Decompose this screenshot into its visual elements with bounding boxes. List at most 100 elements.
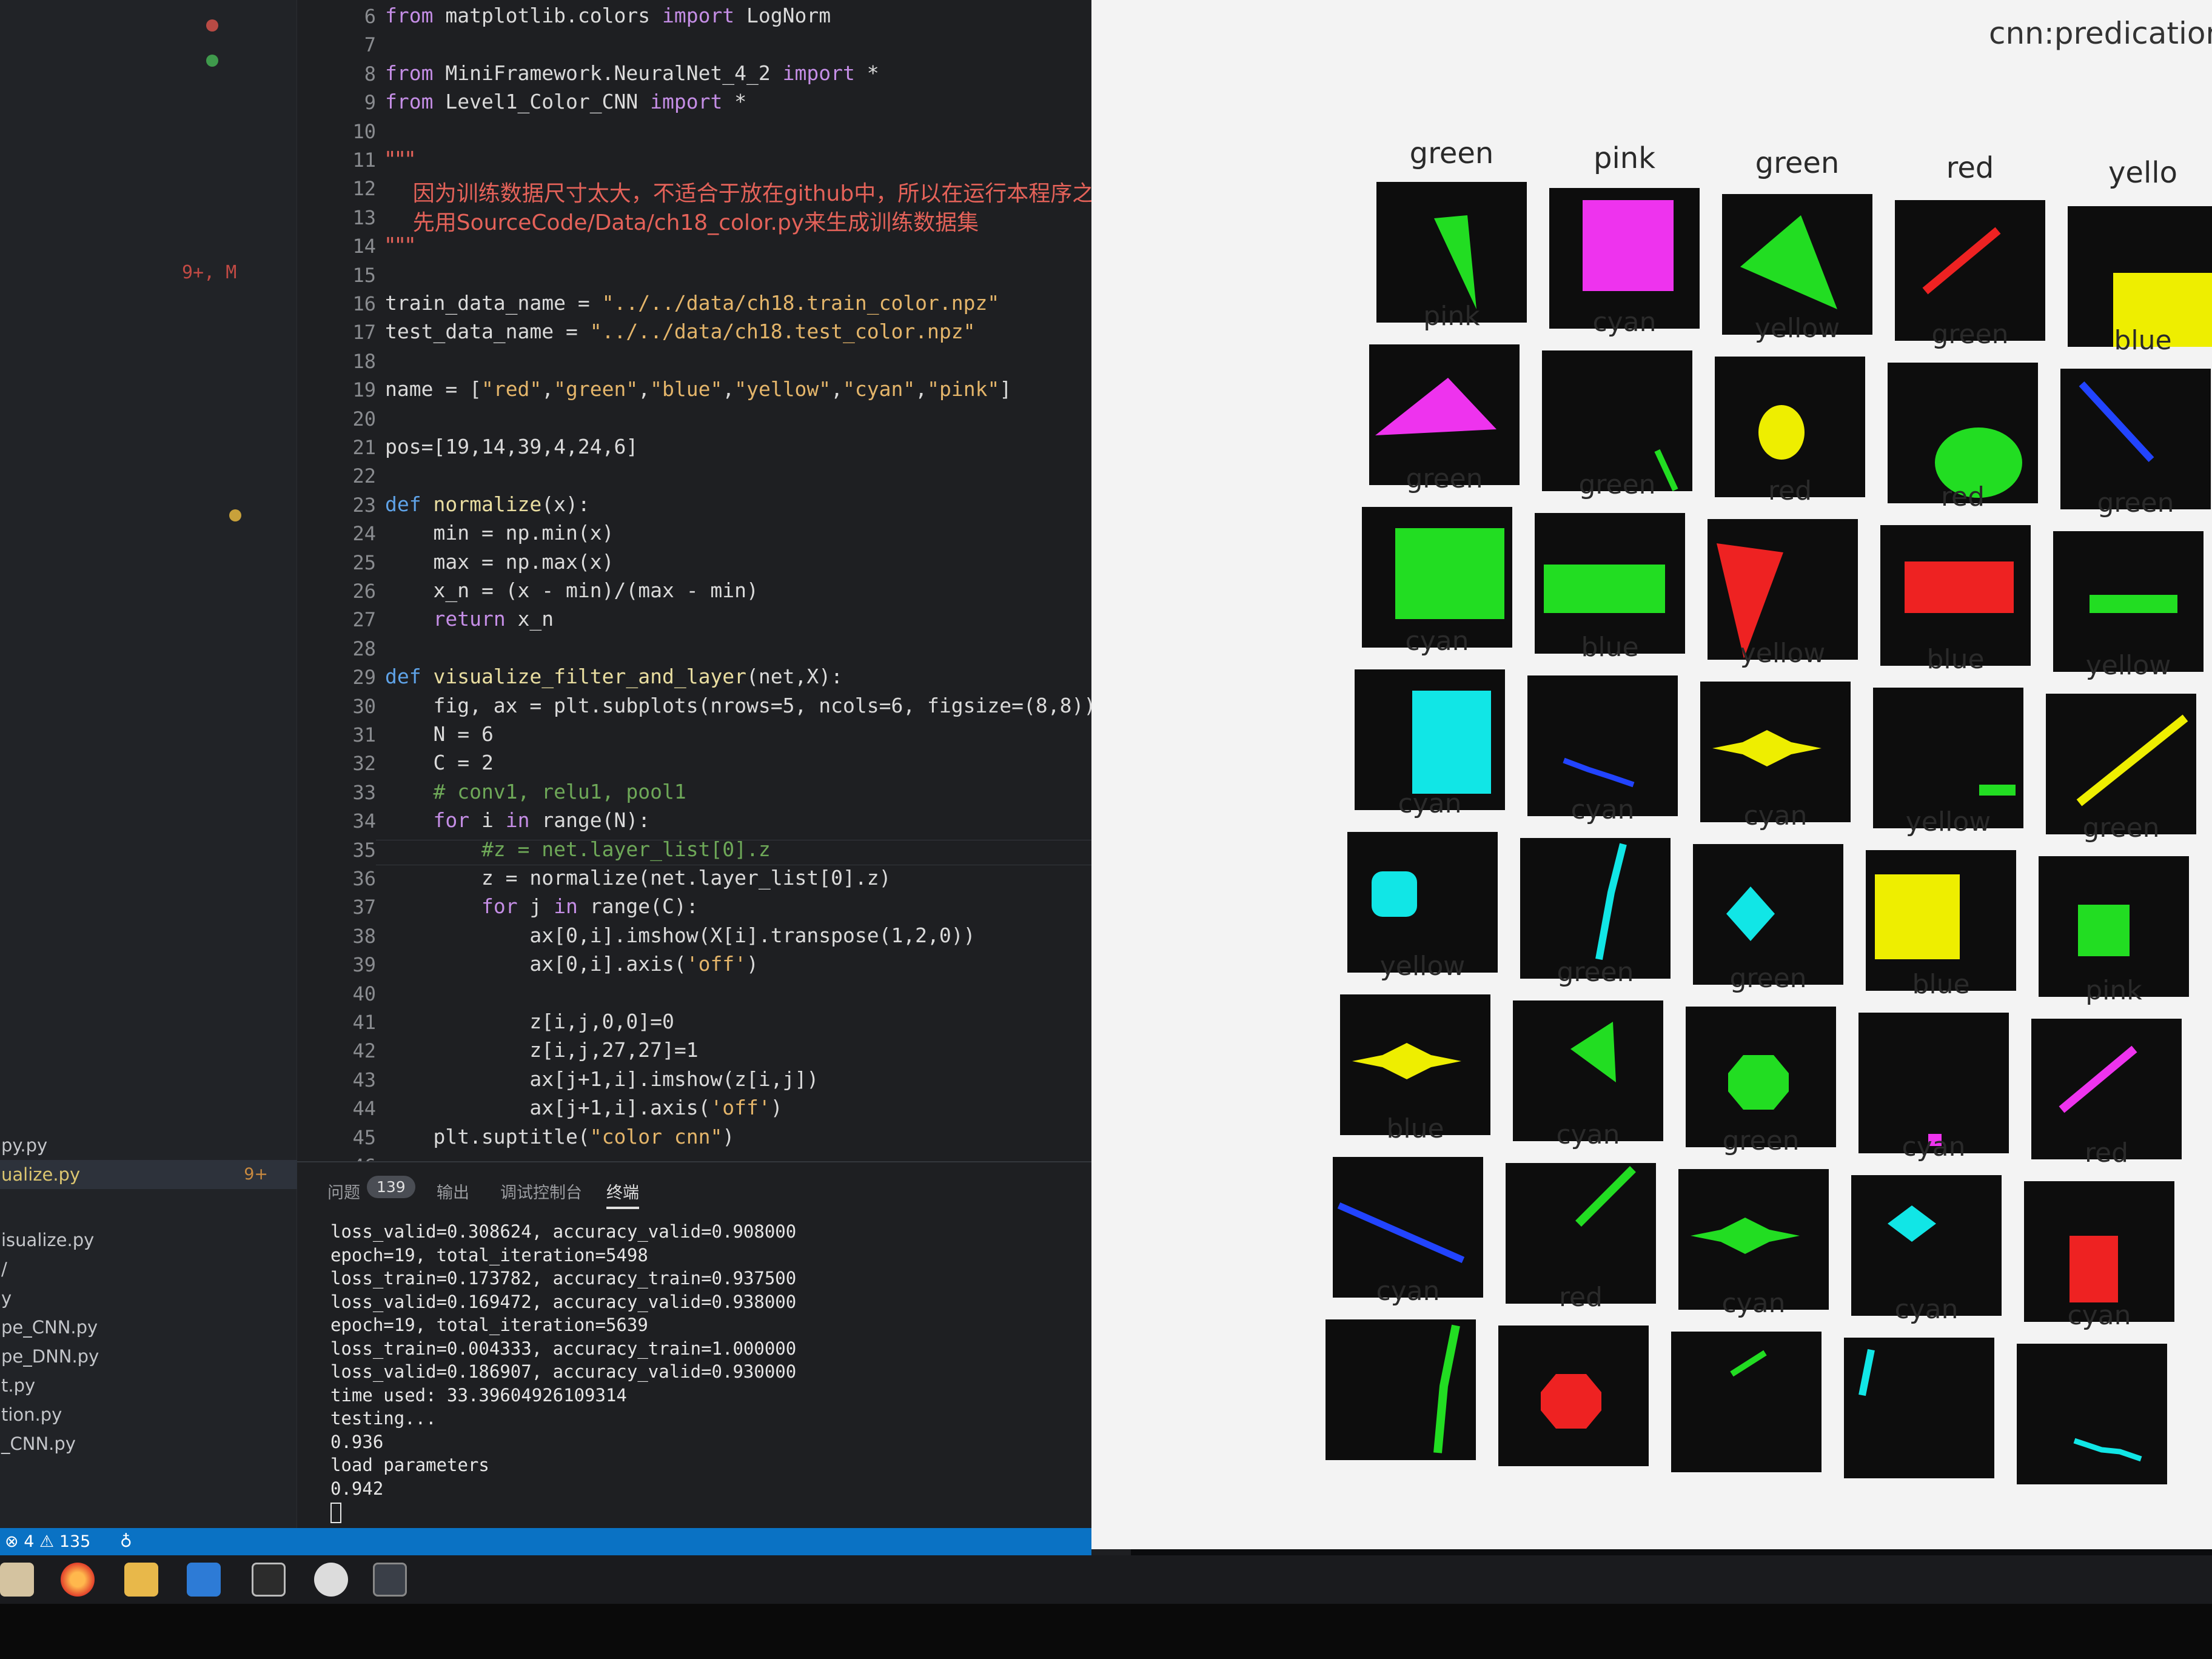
code-token: in [554,894,590,919]
prediction-tile: cyan [1362,507,1513,659]
file-explorer-icon[interactable] [124,1563,158,1597]
shape-line-wavy-s [2073,1438,2142,1462]
python-figure-icon[interactable] [373,1563,407,1597]
code-line[interactable]: return x_n [385,607,554,631]
code-line[interactable]: def normalize(x): [385,492,590,516]
file-item[interactable]: isualize.py [0,1225,297,1255]
tab-problems[interactable]: 问题 [327,1179,360,1203]
code-line[interactable]: for i in range(N): [385,808,650,832]
line-number: 25 [352,551,376,574]
tile-label: green [1931,319,2009,350]
file-item[interactable]: pe_CNN.py [0,1313,297,1342]
code-line[interactable]: train_data_name = "../../data/ch18.train… [385,291,999,315]
code-line[interactable]: for j in range(C): [385,894,699,918]
code-line[interactable]: ax[0,i].axis('off') [385,952,759,976]
file-item[interactable]: tion.py [0,1400,297,1429]
tile-label: yellow [1379,951,1466,982]
error-count[interactable]: 4 [24,1532,34,1551]
tab-output[interactable]: 输出 [437,1179,469,1203]
code-token: Level1_Color_CNN [445,90,651,114]
tile-label: blue [1581,632,1639,663]
line-number: 6 [364,5,376,28]
line-number: 29 [352,666,376,689]
tab-terminal[interactable]: 终端 [606,1179,639,1209]
prediction-tile: green [1895,200,2046,352]
code-line[interactable]: def visualize_filter_and_layer(net,X): [385,665,843,688]
code-line[interactable]: """ [385,147,415,172]
code-line[interactable]: ax[j+1,i].axis('off') [385,1096,782,1119]
browser-icon[interactable] [314,1563,348,1597]
code-line[interactable]: ax[j+1,i].imshow(z[i,j]) [385,1067,819,1091]
tile-label: red [1768,475,1812,506]
code-line[interactable]: pos=[19,14,39,4,24,6] [385,435,638,458]
code-token: 'off' [686,952,747,976]
error-icon[interactable]: ⊗ [5,1532,19,1551]
code-line[interactable]: fig, ax = plt.subplots(nrows=5, ncols=6,… [385,694,1096,717]
code-line[interactable]: #z = net.layer_list[0].z [385,837,771,861]
problems-count-badge: 139 [367,1176,415,1198]
tile-label: yellow [2085,650,2171,681]
code-line[interactable]: test_data_name = "../../data/ch18.test_c… [385,320,976,343]
line-number: 30 [352,694,376,718]
file-item[interactable]: y [0,1284,297,1313]
prediction-tile: yellow [1722,194,1874,346]
code-line[interactable]: ax[0,i].imshow(X[i].transpose(1,2,0)) [385,923,975,947]
code-line[interactable]: plt.suptitle("color cnn") [385,1125,734,1148]
warning-count[interactable]: 135 [59,1532,91,1551]
code-line[interactable]: z = normalize(net.layer_list[0].z) [385,866,891,890]
line-number: 43 [352,1068,376,1091]
code-line[interactable]: name = ["red","green","blue","yellow","c… [385,377,1011,401]
file-item[interactable]: pe_DNN.py [0,1342,297,1371]
code-line[interactable]: max = np.max(x) [385,550,614,574]
file-item[interactable]: t.py [0,1371,297,1400]
code-line[interactable]: z[i,j,0,0]=0 [385,1010,674,1033]
firefox-icon[interactable] [61,1563,95,1597]
code-line[interactable]: 先用SourceCode/Data/ch18_color.py来生成训练数据集 [385,205,979,236]
tile-label: cyan [1592,307,1657,338]
code-token: x_n = (x - min)/(max - min) [385,578,759,602]
code-line[interactable]: C = 2 [385,751,493,774]
code-editor[interactable]: 6 7 8 9 10 11 12 13 14 15 16 17 18 19 20 21 22 23 24 25 26 27… [297,0,1131,1161]
prediction-tile: cyan [1527,675,1679,827]
line-number: 41 [352,1011,376,1034]
code-token: LogNorm [746,4,831,27]
warning-icon[interactable]: ⚠ [39,1532,54,1551]
code-line[interactable]: from MiniFramework.NeuralNet_4_2 import … [385,61,879,85]
code-token: , [638,377,651,401]
file-item[interactable]: ualize.py 9+ [0,1160,297,1189]
column-label: pink [1593,141,1656,175]
code-line[interactable]: x_n = (x - min)/(max - min) [385,578,759,602]
code-line[interactable]: # conv1, relu1, pool1 [385,780,686,803]
file-item[interactable]: py.py [0,1131,297,1160]
terminal-icon[interactable] [252,1563,286,1597]
tile-label: cyan [1743,800,1808,831]
terminal-line: loss_valid=0.186907, accuracy_valid=0.93… [330,1361,797,1382]
code-line[interactable]: min = np.min(x) [385,521,614,545]
code-token: return [433,607,518,631]
store-icon[interactable] [0,1563,34,1597]
code-line[interactable]: """ [385,233,415,258]
code-token: def [385,492,434,516]
explorer-sidebar: 9+, M py.py ualize.py 9+ isualize.py / y pe_CN… [0,0,297,1534]
code-token: , [722,377,735,401]
terminal-output[interactable]: loss_valid=0.308624, accuracy_valid=0.90… [330,1220,796,1524]
vscode-icon[interactable] [187,1563,221,1597]
code-line[interactable]: from Level1_Color_CNN import * [385,90,746,113]
code-token: (x): [541,492,590,516]
prediction-tile: green [1369,344,1521,496]
code-line[interactable]: z[i,j,27,27]=1 [385,1038,698,1062]
shape-line-vert-r [1433,1324,1460,1453]
remote-icon[interactable]: ♁ [120,1532,132,1551]
file-item[interactable]: / [0,1255,297,1284]
code-token: "green" [554,377,638,401]
code-line[interactable]: 因为训练数据尺寸太大，不适合于放在github中，所以在运行本程序之前， [385,176,1131,207]
terminal-line: loss_valid=0.308624, accuracy_valid=0.90… [330,1221,797,1242]
code-line[interactable]: N = 6 [385,722,493,746]
tab-debug-console[interactable]: 调试控制台 [500,1179,582,1203]
code-line[interactable]: from matplotlib.colors import LogNorm [385,4,831,27]
code-token: """ [385,147,415,172]
code-token: import [782,61,867,85]
file-item[interactable]: _CNN.py [0,1429,297,1458]
column-label: yello [2108,156,2177,190]
git-deleted-dot [206,19,218,32]
